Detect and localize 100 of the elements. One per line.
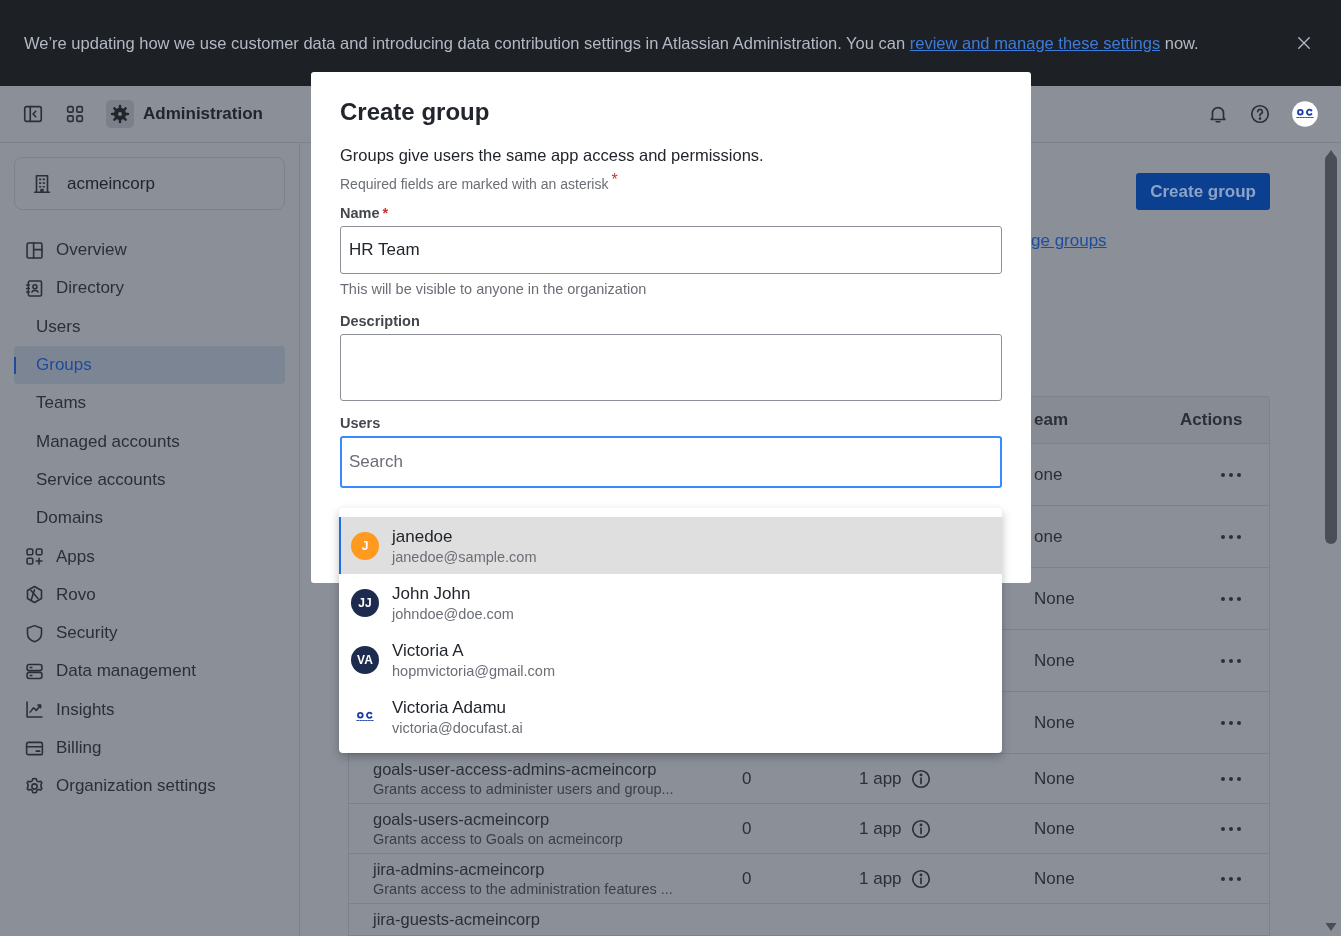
- banner-message: We’re updating how we use customer data and introducing data contribution settings in Atlassian Administration. You can review and manage these settings now.: [24, 33, 1200, 54]
- nav-label: Security: [56, 623, 118, 644]
- user-email: janedoe@sample.com: [392, 548, 537, 565]
- nav-item[interactable]: Billing: [14, 728, 285, 768]
- manage-groups-link[interactable]: ge groups: [1031, 231, 1137, 251]
- user-avatar: J: [351, 531, 379, 560]
- app-switcher-button[interactable]: [64, 103, 86, 125]
- help-button[interactable]: [1249, 103, 1271, 125]
- user-name: John John: [392, 583, 472, 604]
- team-cell-text: one: [1033, 464, 1064, 485]
- user-name: Victoria A: [392, 640, 465, 661]
- app-count: 1 app: [859, 868, 902, 889]
- nav-label: Organization settings: [56, 776, 216, 797]
- group-description: Grants access to the administration features ...: [373, 881, 674, 897]
- nav-label: Data management: [56, 661, 196, 682]
- user-search-field[interactable]: Search: [340, 436, 1002, 488]
- dialog-title: Create group: [340, 98, 491, 126]
- field-label: Description: [340, 313, 421, 329]
- user-option[interactable]: Victoria Adamu victoria@docufast.ai: [339, 688, 1002, 745]
- team-cell-text: None: [1033, 650, 1076, 671]
- group-description: Grants access to Goals on acmeincorp: [373, 831, 624, 847]
- helper-text: This will be visible to anyone in the organization: [340, 281, 648, 297]
- name-input[interactable]: HR Team: [340, 226, 1002, 274]
- description-input[interactable]: [340, 334, 1002, 401]
- settings-link[interactable]: review and manage these settings: [909, 34, 1161, 52]
- org-name: acmeincorp: [67, 173, 155, 194]
- line-chart-icon: [24, 699, 45, 721]
- scroll-down-icon: [1323, 922, 1338, 932]
- nav-label: Billing: [56, 738, 102, 758]
- user-email: hopmvictoria@gmail.com: [392, 662, 555, 679]
- sidebar-toggle-icon: [22, 103, 44, 125]
- user-email: victoria@docufast.ai: [392, 719, 523, 736]
- nav-subitem[interactable]: Domains: [14, 499, 285, 538]
- member-count: 0: [741, 818, 753, 839]
- nav-label: Apps: [56, 546, 95, 567]
- create-group-button[interactable]: Create group: [1136, 173, 1270, 210]
- user-name: Victoria Adamu: [392, 697, 508, 718]
- info-icon: [909, 817, 932, 840]
- nav-subitem[interactable]: Groups: [14, 345, 285, 385]
- team-cell-text: None: [1033, 768, 1076, 789]
- column-header: Actions: [1179, 410, 1244, 430]
- help-icon: [1249, 103, 1271, 125]
- nav-item[interactable]: Data management: [14, 652, 285, 691]
- nav-subitem[interactable]: Users: [14, 307, 285, 346]
- team-cell-text: None: [1033, 818, 1076, 839]
- group-name[interactable]: jira-guests-acmeincorp: [373, 910, 721, 929]
- profile-button[interactable]: [1291, 100, 1319, 128]
- app-count: 1 app: [859, 768, 902, 789]
- nav-item[interactable]: Directory: [14, 269, 285, 308]
- apps-add-icon: [24, 546, 45, 567]
- group-description: Grants access to administer users and group...: [373, 781, 675, 797]
- shield-icon: [24, 622, 45, 644]
- team-cell-text: None: [1033, 868, 1076, 889]
- building-icon: [31, 172, 53, 195]
- close-icon: [1295, 34, 1313, 52]
- member-count: 0: [741, 768, 753, 789]
- user-option[interactable]: VA Victoria A hopmvictoria@gmail.com: [339, 631, 1002, 688]
- nav-item[interactable]: Apps: [14, 537, 285, 576]
- apps-grid-icon: [64, 103, 86, 125]
- nav-subitem[interactable]: Service accounts: [14, 460, 285, 500]
- user-option[interactable]: J janedoe janedoe@sample.com: [339, 517, 1002, 574]
- required-fields-note: Required fields are marked with an asterisk: [340, 176, 609, 192]
- hexagon-icon: [24, 584, 45, 606]
- nav-subitem[interactable]: Teams: [14, 384, 285, 423]
- column-header: eam: [1033, 410, 1070, 430]
- team-cell-text: None: [1033, 588, 1076, 609]
- info-icon: [909, 767, 932, 790]
- nav-label: Overview: [56, 240, 127, 261]
- scroll-thumb[interactable]: [1324, 154, 1337, 544]
- user-name: janedoe: [392, 526, 454, 547]
- org-switcher[interactable]: acmeincorp: [14, 157, 285, 210]
- user-email: johndoe@doe.com: [392, 605, 514, 622]
- nav-label: Insights: [56, 699, 115, 720]
- contact-card-icon: [24, 277, 45, 299]
- field-label: Users: [340, 415, 382, 431]
- required-asterisk: *: [382, 205, 389, 221]
- nav-item[interactable]: Insights: [14, 690, 285, 729]
- layout-icon: [24, 239, 45, 261]
- logo-avatar-icon: [1291, 100, 1319, 128]
- app-title: Administration: [143, 104, 263, 124]
- group-name[interactable]: goals-users-acmeincorp: [373, 810, 721, 829]
- nav-item[interactable]: Organization settings: [14, 767, 285, 806]
- field-label: Name: [340, 205, 380, 221]
- nav-item[interactable]: Overview: [14, 231, 285, 270]
- group-name[interactable]: goals-user-access-admins-acmeincorp: [373, 760, 721, 779]
- user-option[interactable]: JJ John John johndoe@doe.com: [339, 574, 1002, 631]
- info-icon: [909, 867, 932, 890]
- team-cell-text: one: [1033, 526, 1064, 547]
- user-avatar: VA: [351, 645, 379, 674]
- nav-subitem[interactable]: Managed accounts: [14, 422, 285, 461]
- member-count: 0: [741, 868, 753, 889]
- group-name[interactable]: jira-admins-acmeincorp: [373, 860, 721, 879]
- dialog-description: Groups give users the same app access and permissions.: [340, 146, 765, 165]
- nav-item[interactable]: Rovo: [14, 575, 285, 614]
- nav-item[interactable]: Security: [14, 613, 285, 653]
- required-asterisk: *: [611, 171, 618, 188]
- sidebar-toggle-button[interactable]: [22, 103, 44, 125]
- team-cell-text: None: [1033, 712, 1076, 733]
- user-avatar: JJ: [351, 588, 379, 617]
- nav-label: Rovo: [56, 584, 96, 605]
